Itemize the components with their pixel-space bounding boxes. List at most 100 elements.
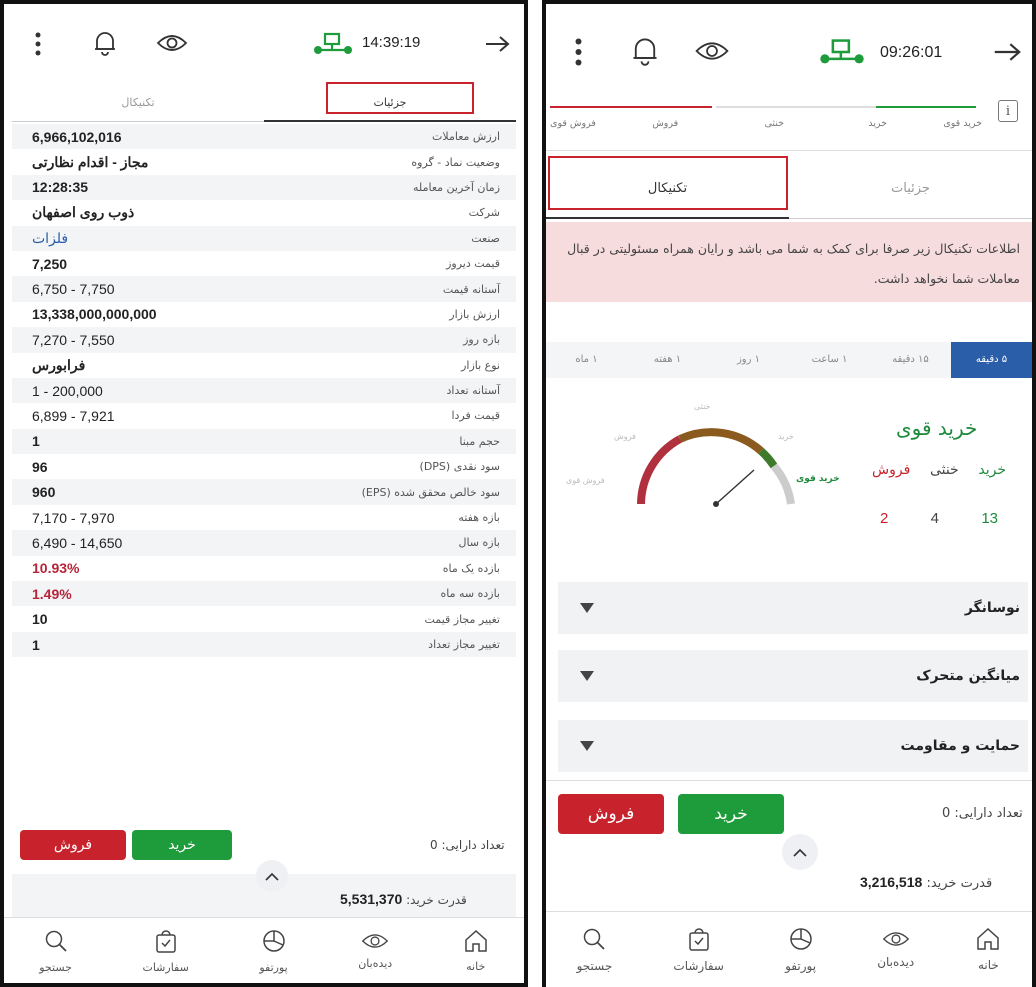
- table-row-value: 10: [32, 611, 48, 628]
- gauge-label-sell: فروش: [614, 432, 636, 441]
- sentiment-summary-bar: خرید قوی خرید خنثی فروش فروش قوی i: [546, 96, 1032, 151]
- caret-down-icon: [580, 741, 594, 751]
- timeframe-option[interactable]: ۱ روز: [708, 342, 789, 378]
- clock-text: 09:26:01: [880, 44, 943, 61]
- table-row-value: 6,899 - 7,921: [32, 407, 115, 424]
- count-neutral-label: خنثی: [929, 462, 959, 478]
- table-row-label: تغییر مجاز تعداد: [428, 638, 500, 651]
- timeframe-option[interactable]: ۱۵ دقیقه: [870, 342, 951, 378]
- table-row-label: آستانه قیمت: [442, 282, 500, 296]
- table-row-value: 1: [32, 636, 40, 653]
- disclaimer-text: اطلاعات تکنیکال زیر صرفا برای کمک به شما…: [567, 241, 1020, 286]
- back-arrow-icon[interactable]: [482, 30, 512, 58]
- right-phone-screen: 09:26:01 خرید قوی خرید خنثی فروش فروش قو…: [542, 0, 1036, 987]
- back-arrow-icon[interactable]: [990, 38, 1024, 66]
- timeframe-selector: ۵ دقیقه ۱۵ دقیقه ۱ ساعت ۱ روز ۱ هفته ۱ ماه: [546, 342, 1032, 378]
- count-neutral-value: 4: [930, 510, 939, 527]
- buy-button[interactable]: خرید: [132, 830, 232, 860]
- sentiment-label-sell: فروش: [652, 118, 679, 129]
- table-row: 960 سود خالص محقق شده (EPS): [12, 479, 516, 505]
- nav-item-pie-chart[interactable]: پورتفو: [785, 912, 816, 987]
- tab-technical-label: تکنیکال: [121, 96, 155, 109]
- sell-button[interactable]: فروش: [20, 830, 126, 860]
- tab-details-label: جزئیات: [891, 181, 930, 196]
- expand-chevron-up-icon[interactable]: [256, 860, 288, 892]
- table-row: ذوب روی اصفهان شرکت: [12, 200, 516, 225]
- sentiment-label-strong-buy: خرید قوی: [943, 118, 982, 129]
- bell-icon[interactable]: [628, 34, 662, 68]
- table-row-value: 6,490 - 14,650: [32, 534, 123, 551]
- table-row-label: بازده یک ماه: [442, 561, 500, 575]
- info-icon[interactable]: i: [998, 100, 1018, 122]
- nav-item-search[interactable]: جستجو: [39, 918, 72, 983]
- table-row: فلزات صنعت: [12, 225, 516, 251]
- nav-item-shopping-bag[interactable]: سفارشات: [673, 912, 724, 987]
- table-row-label: حجم مبنا: [459, 434, 500, 448]
- timeframe-option[interactable]: ۵ دقیقه: [951, 342, 1032, 378]
- table-row-value: 96: [32, 458, 48, 475]
- table-row-value: 12:28:35: [32, 179, 89, 196]
- nav-item-home[interactable]: خانه: [975, 912, 1001, 987]
- expand-chevron-up-icon[interactable]: [782, 834, 818, 870]
- search-icon: [581, 926, 607, 955]
- table-row-label: بازه هفته: [458, 511, 500, 525]
- count-buy-value: 13: [981, 510, 998, 527]
- table-row: 7,170 - 7,970 بازه هفته: [12, 505, 516, 530]
- buy-button[interactable]: خرید: [678, 794, 784, 834]
- table-row-label: زمان آخرین معامله: [413, 180, 500, 194]
- signal-count-labels: خرید خنثی فروش: [872, 462, 1006, 478]
- table-row-value: 1.49%: [32, 585, 72, 602]
- accordion-support-resistance[interactable]: حمایت و مقاومت: [558, 720, 1028, 772]
- table-row-value: 6,966,102,016: [32, 128, 122, 145]
- nav-item-label: سفارشات: [673, 959, 724, 973]
- accordion-support-resistance-label: حمایت و مقاومت: [900, 738, 1020, 754]
- home-icon: [975, 927, 1001, 954]
- menu-icon[interactable]: [30, 30, 46, 58]
- table-row-value: 1: [32, 433, 40, 450]
- table-row-value: مجاز - اقدام نظارتی: [32, 153, 149, 170]
- table-row: 1 - 200,000 آستانه تعداد: [12, 377, 516, 404]
- purchase-power: قدرت خرید: 3,216,518: [860, 874, 992, 891]
- gauge-label-strong-sell: فروش قوی: [566, 476, 605, 485]
- nav-item-eye[interactable]: دیده‌بان: [877, 912, 914, 987]
- holding-label: تعداد دارایی:: [954, 806, 1023, 821]
- gauge-label-neutral: خنثی: [694, 402, 711, 411]
- tab-technical[interactable]: تکنیکال: [12, 84, 264, 121]
- sell-button[interactable]: فروش: [558, 794, 664, 834]
- table-row-label: آستانه تعداد: [446, 384, 501, 398]
- menu-icon[interactable]: [570, 36, 586, 68]
- nav-item-label: دیده‌بان: [358, 956, 393, 970]
- nav-item-label: پورتفو: [259, 960, 288, 974]
- nav-item-label: جستجو: [576, 959, 613, 973]
- table-row-label: بازه روز: [463, 333, 500, 347]
- bell-icon[interactable]: [90, 28, 120, 58]
- accordion-oscillator[interactable]: نوسانگر: [558, 582, 1028, 634]
- nav-item-shopping-bag[interactable]: سفارشات: [142, 918, 189, 983]
- eye-icon[interactable]: [154, 30, 190, 56]
- sentiment-bar-buy: [876, 106, 976, 108]
- accordion-moving-average[interactable]: میانگین متحرک: [558, 650, 1028, 702]
- count-buy-label: خرید: [978, 462, 1006, 478]
- tab-details[interactable]: جزئیات: [789, 159, 1032, 218]
- table-row: 1 حجم مبنا: [12, 428, 516, 455]
- nav-item-pie-chart[interactable]: پورتفو: [259, 918, 288, 983]
- table-row-value: 7,170 - 7,970: [32, 509, 115, 526]
- eye-icon[interactable]: [692, 36, 732, 66]
- disclaimer-alert: اطلاعات تکنیکال زیر صرفا برای کمک به شما…: [546, 222, 1032, 302]
- table-row-value: فرابورس: [32, 356, 86, 373]
- shopping-bag-icon: [154, 928, 178, 957]
- table-row: 10.93% بازده یک ماه: [12, 556, 516, 581]
- nav-item-label: خانه: [466, 959, 486, 973]
- top-bar: 14:39:19: [4, 4, 524, 84]
- pie-chart-icon: [788, 926, 814, 955]
- signal-count-values: 13 4 2: [872, 510, 1006, 527]
- table-row-value[interactable]: فلزات: [32, 230, 68, 247]
- timeframe-option[interactable]: ۱ ماه: [546, 342, 627, 378]
- nav-item-search[interactable]: جستجو: [576, 912, 613, 987]
- nav-item-home[interactable]: خانه: [463, 918, 489, 983]
- holding-count: تعداد دارایی: 0: [942, 806, 1023, 821]
- timeframe-option[interactable]: ۱ ساعت: [789, 342, 870, 378]
- nav-item-eye[interactable]: دیده‌بان: [358, 918, 392, 983]
- timeframe-option[interactable]: ۱ هفته: [627, 342, 708, 378]
- home-icon: [463, 929, 489, 956]
